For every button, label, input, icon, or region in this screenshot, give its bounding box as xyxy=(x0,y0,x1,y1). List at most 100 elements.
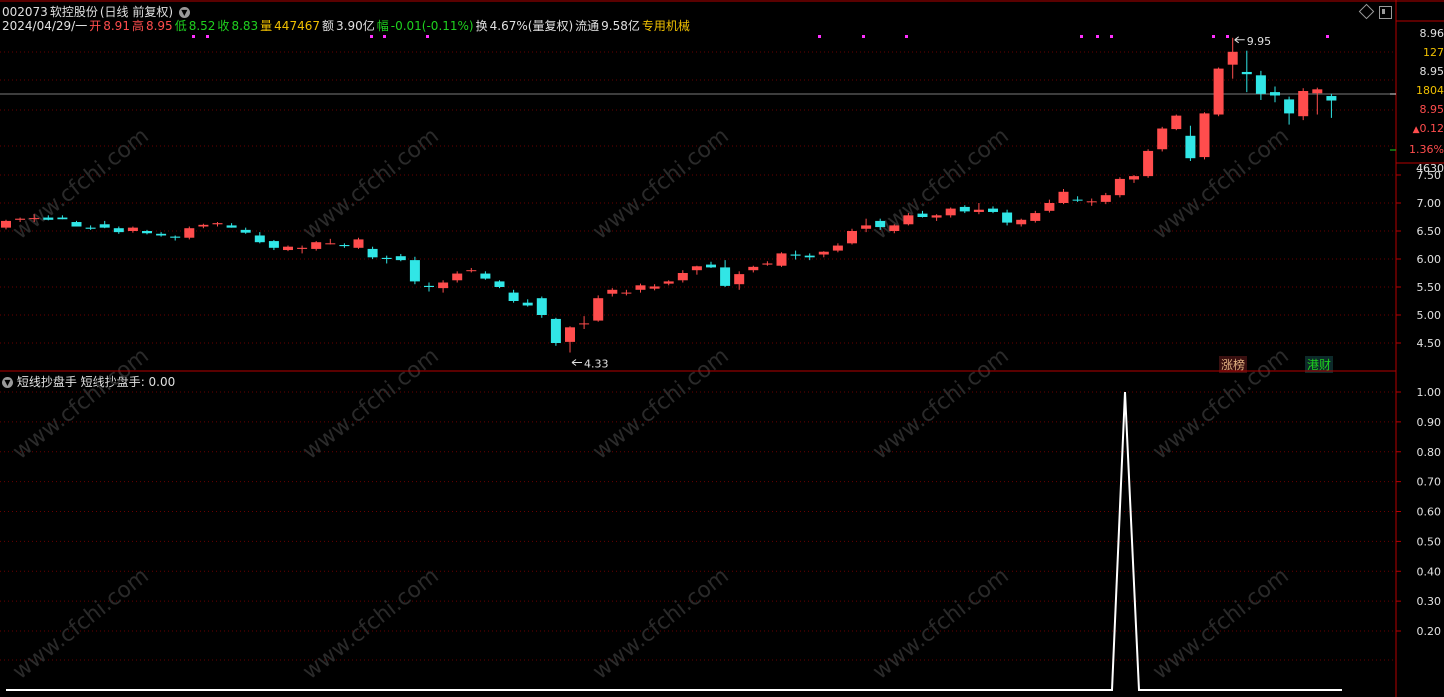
candle-body xyxy=(734,274,745,285)
price-tick-label: 7.00 xyxy=(1417,197,1442,210)
candle xyxy=(1086,198,1097,206)
candle-body xyxy=(438,282,449,289)
candle xyxy=(550,317,561,346)
candle xyxy=(381,255,392,264)
candle xyxy=(635,283,646,293)
candle-body xyxy=(1058,191,1069,203)
candle-body xyxy=(1100,195,1111,202)
candle xyxy=(311,241,322,251)
candle-body xyxy=(1129,176,1139,180)
candle-body xyxy=(85,227,96,229)
candle-body xyxy=(367,248,378,258)
candle xyxy=(1143,149,1154,178)
event-marker xyxy=(818,35,821,38)
candle-body xyxy=(254,235,265,243)
watermark-text: www.cfchi.com xyxy=(1148,563,1293,684)
candle-body xyxy=(1213,68,1224,115)
candle-body xyxy=(325,243,336,245)
candle xyxy=(790,250,801,260)
candle-body xyxy=(1326,96,1337,101)
event-marker xyxy=(1326,35,1329,38)
event-markers xyxy=(192,35,1329,38)
candle xyxy=(325,238,336,245)
candle-body xyxy=(1241,71,1252,75)
candle xyxy=(1326,93,1337,118)
candle-body xyxy=(903,215,914,225)
candle xyxy=(677,270,688,283)
indicator-tick-label: 0.30 xyxy=(1417,595,1442,608)
candle xyxy=(536,296,547,318)
candle-body xyxy=(776,253,787,266)
candle-body xyxy=(311,242,322,249)
candle xyxy=(254,232,265,244)
watermark-text: www.cfchi.com xyxy=(868,563,1013,684)
candle xyxy=(184,226,195,240)
candle xyxy=(579,316,590,329)
candle-body xyxy=(1016,219,1027,225)
candle xyxy=(240,227,251,234)
candle-body xyxy=(43,217,54,220)
candle xyxy=(748,265,759,273)
candle-body xyxy=(1143,150,1154,177)
candle xyxy=(1157,126,1168,152)
candle-body xyxy=(861,225,872,229)
event-marker xyxy=(1080,35,1083,38)
candle-body xyxy=(409,260,420,282)
candle xyxy=(720,260,731,287)
watermark-text: www.cfchi.com xyxy=(868,343,1013,464)
candle xyxy=(226,223,237,228)
candle-body xyxy=(621,292,632,294)
watermark-text: www.cfchi.com xyxy=(298,123,443,244)
candle-body xyxy=(1312,89,1323,94)
candle xyxy=(861,218,872,233)
high-price-label: 9.95 xyxy=(1247,35,1272,48)
candle xyxy=(1255,70,1266,100)
indicator-tick-label: 0.90 xyxy=(1417,416,1442,429)
candle xyxy=(565,326,575,353)
candle xyxy=(959,205,970,214)
candle-body xyxy=(565,327,575,342)
candle-body xyxy=(170,236,181,238)
candle-body xyxy=(691,266,702,271)
candle-body xyxy=(550,318,561,343)
candle xyxy=(480,271,491,280)
candle xyxy=(99,220,110,229)
candle-body xyxy=(15,218,26,220)
watermark-text: www.cfchi.com xyxy=(8,123,153,244)
candle xyxy=(1241,50,1252,93)
candle xyxy=(1185,125,1196,161)
candle xyxy=(409,256,420,285)
event-marker xyxy=(383,35,386,38)
candle xyxy=(198,223,209,229)
candle-body xyxy=(1030,213,1041,221)
candle-body xyxy=(593,298,604,321)
price-tick-label: 7.50 xyxy=(1417,169,1442,182)
candle-body xyxy=(268,241,279,248)
candle-body xyxy=(1227,51,1238,65)
watermark-text: www.cfchi.com xyxy=(1148,343,1293,464)
candle-body xyxy=(748,266,759,271)
indicator-line xyxy=(6,391,1342,691)
watermark-text: www.cfchi.com xyxy=(298,343,443,464)
candle-body xyxy=(395,256,406,261)
candle xyxy=(691,265,702,275)
candle-body xyxy=(466,270,477,272)
indicator-line-series xyxy=(6,391,1342,691)
watermark-text: www.cfchi.com xyxy=(588,343,733,464)
candle xyxy=(438,280,449,293)
candle-body xyxy=(663,281,674,284)
watermark-text: www.cfchi.com xyxy=(8,563,153,684)
candle xyxy=(452,271,463,283)
candle-body xyxy=(1270,92,1280,96)
candle-body xyxy=(875,220,886,228)
candle-body xyxy=(1298,91,1309,117)
candle-body xyxy=(579,323,590,325)
watermark-text: www.cfchi.com xyxy=(8,343,153,464)
candle-body xyxy=(917,213,928,217)
candle xyxy=(988,206,998,214)
candle-body xyxy=(847,231,857,244)
candle-body xyxy=(804,255,815,258)
candle xyxy=(762,261,773,266)
candle-body xyxy=(226,225,237,228)
candle-body xyxy=(1284,99,1295,114)
